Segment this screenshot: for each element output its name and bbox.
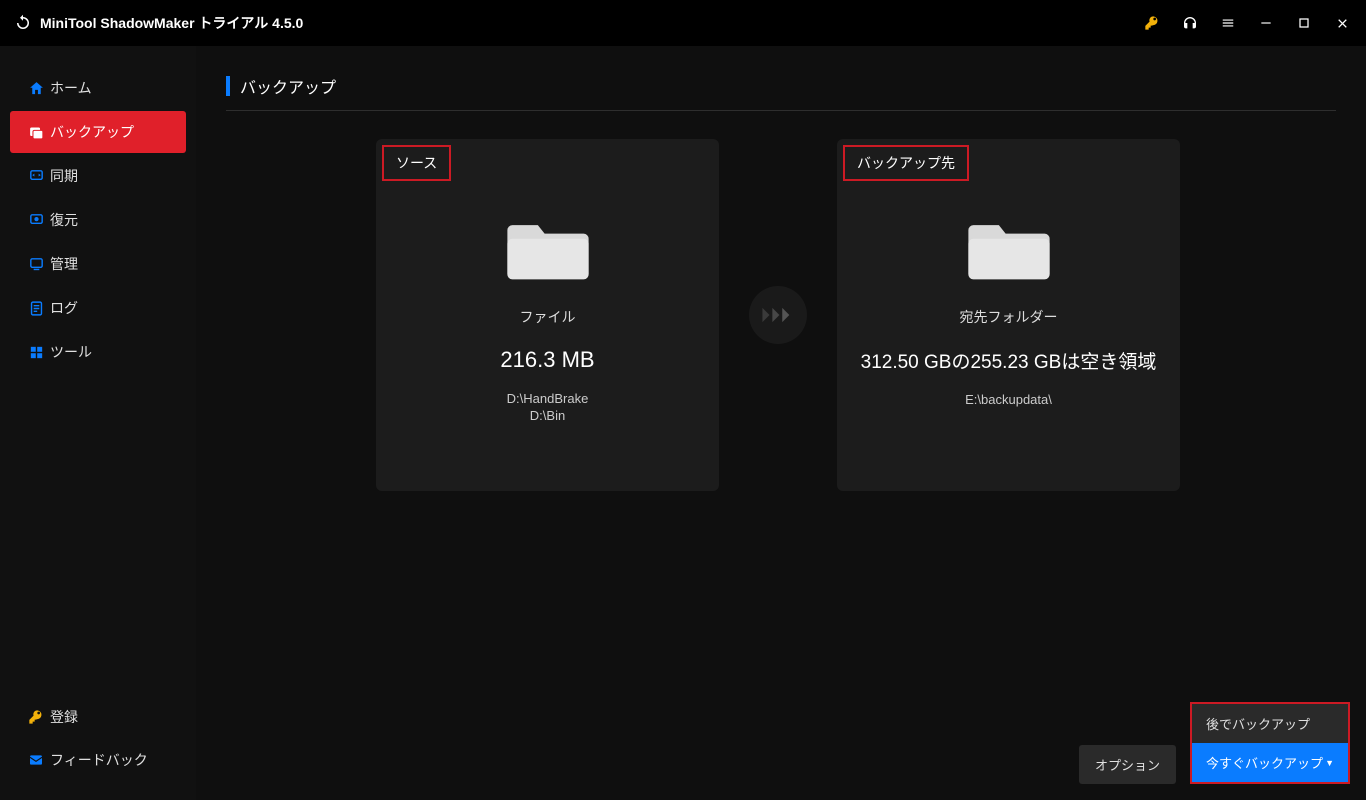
sidebar-item-label: ホーム	[50, 78, 92, 98]
folder-icon	[966, 215, 1052, 281]
backup-now-label: 今すぐバックアップ	[1206, 753, 1323, 772]
sidebar-item-label: 管理	[50, 254, 78, 274]
close-button[interactable]	[1332, 13, 1352, 33]
sidebar-item-manage[interactable]: 管理	[10, 243, 186, 285]
sidebar-item-tools[interactable]: ツール	[10, 331, 186, 373]
home-icon	[28, 80, 45, 97]
backup-now-button[interactable]: 今すぐバックアップ ▼	[1192, 743, 1348, 782]
app-logo: MiniTool ShadowMaker トライアル 4.5.0	[14, 13, 303, 33]
headphone-icon[interactable]	[1180, 13, 1200, 33]
source-path: D:\Bin	[530, 408, 565, 423]
source-label: ソース	[382, 145, 451, 181]
sidebar-item-label: 復元	[50, 210, 78, 230]
refresh-icon	[14, 14, 32, 32]
sidebar-item-label: 登録	[50, 707, 78, 727]
mail-icon	[28, 752, 44, 768]
dropdown-caret-icon: ▼	[1325, 758, 1334, 768]
sidebar-item-label: ログ	[50, 298, 78, 318]
destination-label: バックアップ先	[843, 145, 969, 181]
backup-icon	[28, 124, 45, 141]
source-type: ファイル	[520, 307, 576, 327]
sidebar: ホーム バックアップ 同期 復元	[0, 46, 196, 800]
backup-later-button[interactable]: 後でバックアップ	[1192, 704, 1348, 743]
sidebar-item-register[interactable]: 登録	[10, 696, 186, 738]
destination-paths: E:\backupdata\	[965, 392, 1052, 407]
sidebar-item-log[interactable]: ログ	[10, 287, 186, 329]
source-path: D:\HandBrake	[507, 391, 589, 406]
titlebar: MiniTool ShadowMaker トライアル 4.5.0	[0, 0, 1366, 46]
schedule-group: 後でバックアップ 今すぐバックアップ ▼	[1190, 702, 1350, 784]
title-accent-bar	[226, 76, 230, 96]
manage-icon	[28, 256, 45, 273]
sidebar-item-home[interactable]: ホーム	[10, 67, 186, 109]
folder-icon	[505, 215, 591, 281]
chevrons-right-icon	[761, 305, 795, 325]
app-title: MiniTool ShadowMaker トライアル 4.5.0	[40, 13, 303, 33]
sidebar-item-backup[interactable]: バックアップ	[10, 111, 186, 153]
destination-type: 宛先フォルダー	[960, 307, 1058, 327]
tools-icon	[28, 344, 45, 361]
source-card[interactable]: ソース ファイル 216.3 MB D:\HandBrake D:\Bin	[376, 139, 719, 491]
sidebar-item-label: フィードバック	[50, 750, 148, 770]
sidebar-item-label: ツール	[50, 342, 92, 362]
destination-space: 312.50 GBの255.23 GBは空き領域	[861, 347, 1157, 374]
page-title: バックアップ	[240, 74, 336, 98]
sidebar-item-label: 同期	[50, 166, 78, 186]
sidebar-item-feedback[interactable]: フィードバック	[10, 739, 186, 781]
page-header: バックアップ	[226, 74, 1336, 111]
key-icon[interactable]	[1142, 13, 1162, 33]
sidebar-item-restore[interactable]: 復元	[10, 199, 186, 241]
sync-icon	[28, 168, 45, 185]
log-icon	[28, 300, 45, 317]
restore-icon	[28, 212, 45, 229]
arrow-indicator	[749, 286, 807, 344]
sidebar-item-sync[interactable]: 同期	[10, 155, 186, 197]
action-bar: オプション 後でバックアップ 今すぐバックアップ ▼	[1079, 702, 1350, 784]
sidebar-item-label: バックアップ	[50, 122, 134, 142]
source-paths: D:\HandBrake D:\Bin	[507, 391, 589, 423]
maximize-button[interactable]	[1294, 13, 1314, 33]
window-controls	[1142, 13, 1352, 33]
key-icon	[28, 709, 44, 725]
content-area: バックアップ ソース ファイル 216.3 MB D:\HandBrake D:…	[196, 46, 1366, 800]
options-button[interactable]: オプション	[1079, 745, 1176, 784]
minimize-button[interactable]	[1256, 13, 1276, 33]
source-size: 216.3 MB	[500, 347, 594, 373]
menu-icon[interactable]	[1218, 13, 1238, 33]
destination-path: E:\backupdata\	[965, 392, 1052, 407]
destination-card[interactable]: バックアップ先 宛先フォルダー 312.50 GBの255.23 GBは空き領域…	[837, 139, 1180, 491]
